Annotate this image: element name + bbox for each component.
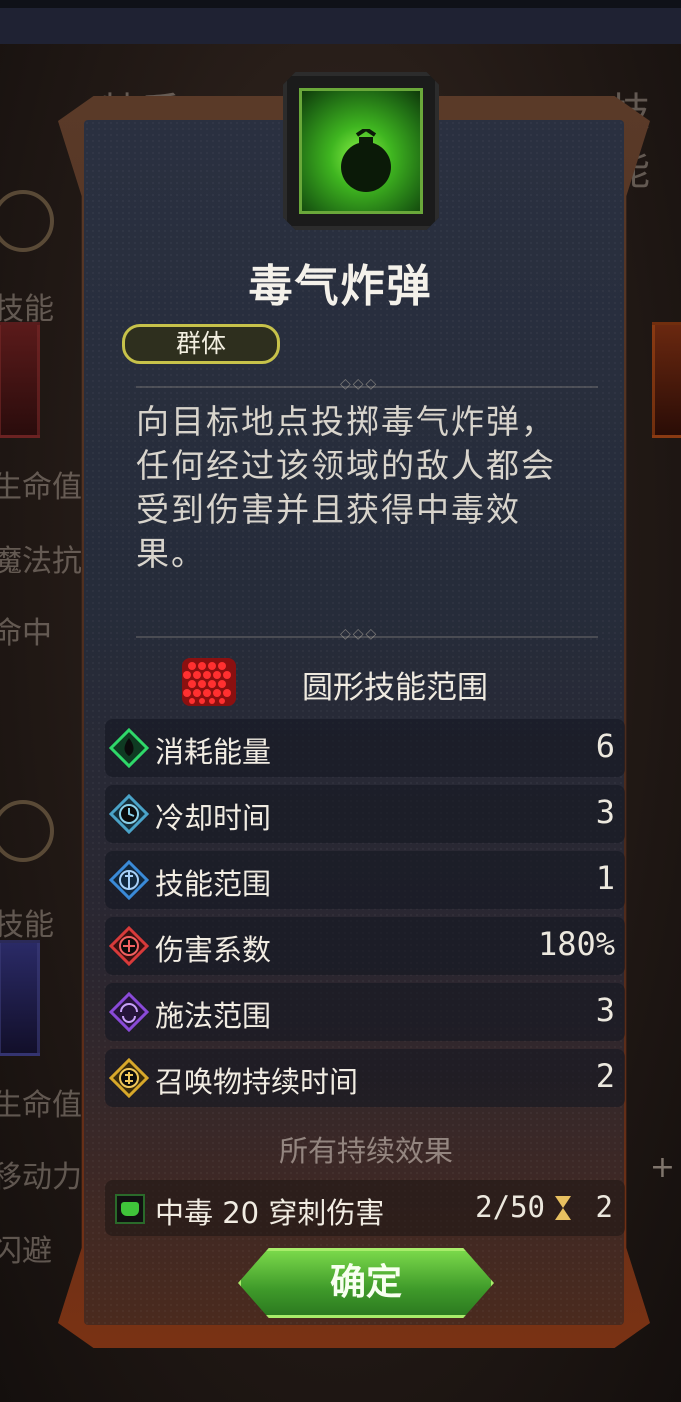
bg-skill-card: [0, 940, 40, 1056]
stat-value: 1: [595, 859, 615, 897]
skill-range-icon: [109, 860, 149, 900]
bg-text: 技能: [0, 908, 54, 943]
stat-label: 技能范围: [155, 867, 272, 901]
poison-icon: [115, 1194, 145, 1224]
bg-text: 魔法抗: [0, 544, 82, 579]
cast-range-icon: [109, 992, 149, 1032]
range-label: 圆形技能范围: [302, 670, 488, 706]
effect-row-poison: 中毒 20 穿刺伤害 2/50 2: [105, 1180, 625, 1236]
stat-label: 伤害系数: [155, 933, 272, 967]
hex-range-icon: [182, 658, 236, 706]
bomb-icon: [341, 129, 391, 192]
stat-label: 召唤物持续时间: [155, 1065, 359, 1099]
stat-value: 2: [595, 1057, 615, 1095]
stat-value: 6: [595, 727, 615, 765]
stat-row-summon-duration: 召唤物持续时间 2: [105, 1049, 625, 1107]
stat-row-cooldown: 冷却时间 3: [105, 785, 625, 843]
effect-stack: 2/50: [475, 1190, 545, 1224]
stat-value: 180%: [537, 925, 615, 963]
skill-icon-frame: [283, 72, 439, 230]
stat-row-energy-cost: 消耗能量 6: [105, 719, 625, 777]
confirm-button[interactable]: 确定: [238, 1248, 494, 1318]
stat-row-skill-range: 技能范围 1: [105, 851, 625, 909]
divider-ornament: ◇◇◇: [340, 376, 379, 392]
stat-label: 施法范围: [155, 999, 272, 1033]
cooldown-icon: [109, 794, 149, 834]
energy-icon: [109, 728, 149, 768]
divider-ornament: ◇◇◇: [340, 626, 379, 642]
skill-description-line: 受到伤害并且获得中毒效: [136, 490, 521, 529]
stat-label: 消耗能量: [155, 735, 272, 769]
bg-text: 命中: [0, 616, 52, 651]
stats-list: 消耗能量 6 冷却时间 3 技能范围 1 伤害系数 180% 施法范围 3 召唤…: [105, 719, 625, 1115]
skill-title: 毒气炸弹: [248, 261, 433, 312]
top-bar: [0, 0, 681, 8]
skill-tag-badge: 群体: [122, 324, 280, 364]
skill-description: 向目标地点投掷毒气炸弹， 任何经过该领域的敌人都会 受到伤害并且获得中毒效 果。: [136, 400, 596, 576]
summon-duration-icon: [109, 1058, 149, 1098]
skill-description-line: 向目标地点投掷毒气炸弹，: [136, 402, 556, 441]
skill-range-shape: 圆形技能范围: [180, 656, 600, 710]
bg-skill-card: [652, 322, 681, 438]
stat-row-cast-range: 施法范围 3: [105, 983, 625, 1041]
poison-bomb-icon: [299, 88, 423, 214]
skill-description-line: 任何经过该领域的敌人都会: [136, 446, 556, 485]
lasting-effects-heading: 所有持续效果: [278, 1134, 453, 1168]
bg-skill-card: [0, 322, 40, 438]
bg-text: 生命值: [0, 470, 82, 505]
bg-text: 闪避: [0, 1234, 52, 1269]
effect-turns: 2: [595, 1190, 613, 1224]
effect-name: 中毒 20 穿刺伤害: [155, 1196, 385, 1230]
stat-row-damage-coefficient: 伤害系数 180%: [105, 917, 625, 975]
hourglass-icon: [555, 1196, 571, 1220]
stat-value: 3: [595, 991, 615, 1029]
stat-label: 冷却时间: [155, 801, 272, 835]
skill-description-line: 果。: [136, 534, 206, 573]
bg-text: 生命值: [0, 1088, 82, 1123]
stat-value: 3: [595, 793, 615, 831]
top-band: [0, 8, 681, 44]
damage-icon: [109, 926, 149, 966]
